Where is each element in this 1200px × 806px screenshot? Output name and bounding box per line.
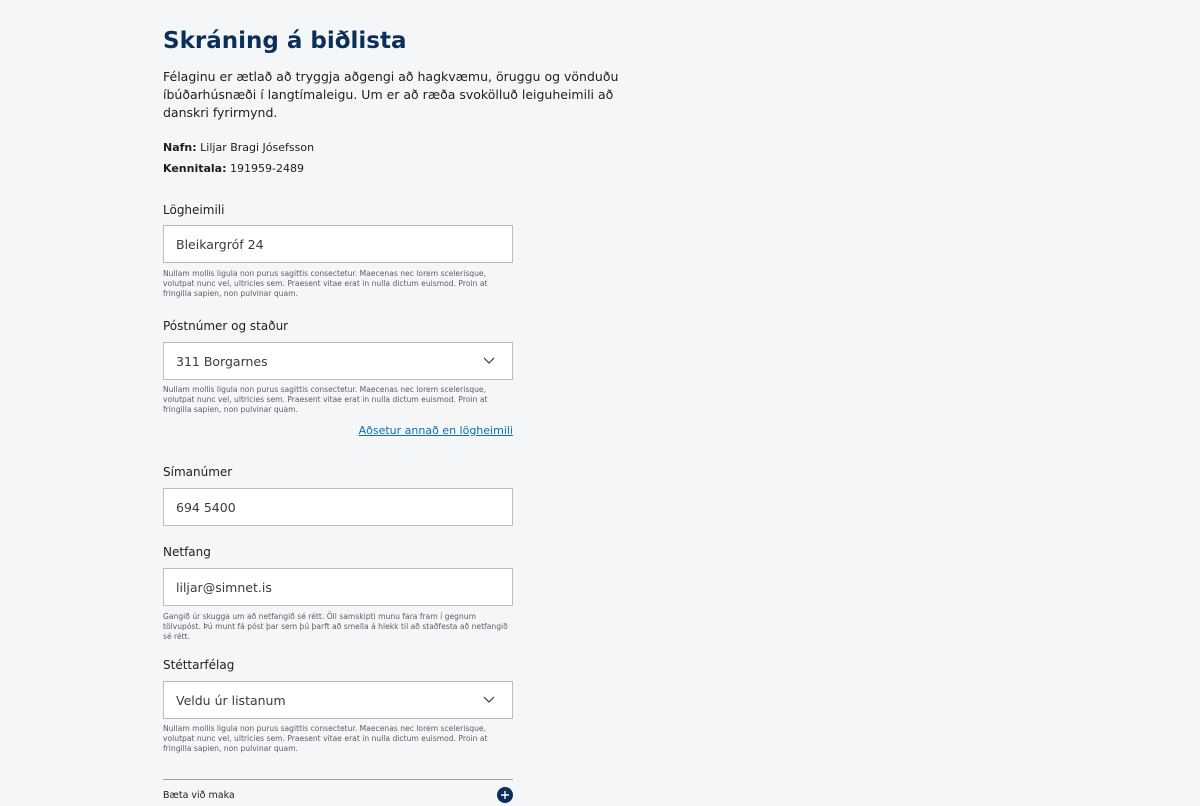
chevron-down-icon bbox=[482, 354, 496, 368]
email-help: Gangið úr skugga um að netfangið sé rétt… bbox=[163, 612, 508, 641]
ssn-label: Kennitala: bbox=[163, 162, 227, 175]
email-label: Netfang bbox=[163, 545, 211, 559]
applicant-name: Nafn: Liljar Bragi Jósefsson bbox=[163, 141, 314, 154]
union-label: Stéttarfélag bbox=[163, 658, 235, 672]
email-value: liljar@simnet.is bbox=[176, 579, 272, 595]
union-help: Nullam mollis ligula non purus sagittis … bbox=[163, 724, 488, 753]
section-divider bbox=[163, 779, 513, 780]
add-spouse-label: Bæta við maka bbox=[163, 789, 235, 801]
name-label: Nafn: bbox=[163, 141, 197, 154]
postal-value: 311 Borgarnes bbox=[176, 353, 268, 369]
address-help: Nullam mollis ligula non purus sagittis … bbox=[163, 269, 488, 298]
email-input[interactable]: liljar@simnet.is bbox=[163, 568, 513, 606]
postal-help: Nullam mollis ligula non purus sagittis … bbox=[163, 385, 488, 414]
phone-label: Símanúmer bbox=[163, 465, 233, 479]
union-value: Veldu úr listanum bbox=[176, 692, 286, 708]
chevron-down-icon bbox=[482, 693, 496, 707]
alternate-residence-link[interactable]: Aðsetur annað en lögheimili bbox=[163, 424, 513, 437]
add-spouse-row[interactable]: Bæta við maka bbox=[163, 784, 513, 806]
address-value: Bleikargróf 24 bbox=[176, 236, 264, 252]
address-input[interactable]: Bleikargróf 24 bbox=[163, 225, 513, 263]
postal-select[interactable]: 311 Borgarnes bbox=[163, 342, 513, 380]
page-intro: Félaginu er ætlað að tryggja aðgengi að … bbox=[163, 69, 619, 120]
phone-input[interactable]: 694 5400 bbox=[163, 488, 513, 526]
address-label: Lögheimili bbox=[163, 203, 225, 217]
ssn-value: 191959-2489 bbox=[230, 162, 304, 175]
page-title: Skráning á biðlista bbox=[163, 28, 407, 54]
phone-value: 694 5400 bbox=[176, 499, 236, 515]
postal-label: Póstnúmer og staður bbox=[163, 319, 289, 333]
name-value: Liljar Bragi Jósefsson bbox=[200, 141, 315, 154]
union-select[interactable]: Veldu úr listanum bbox=[163, 681, 513, 719]
applicant-ssn: Kennitala: 191959-2489 bbox=[163, 162, 304, 175]
